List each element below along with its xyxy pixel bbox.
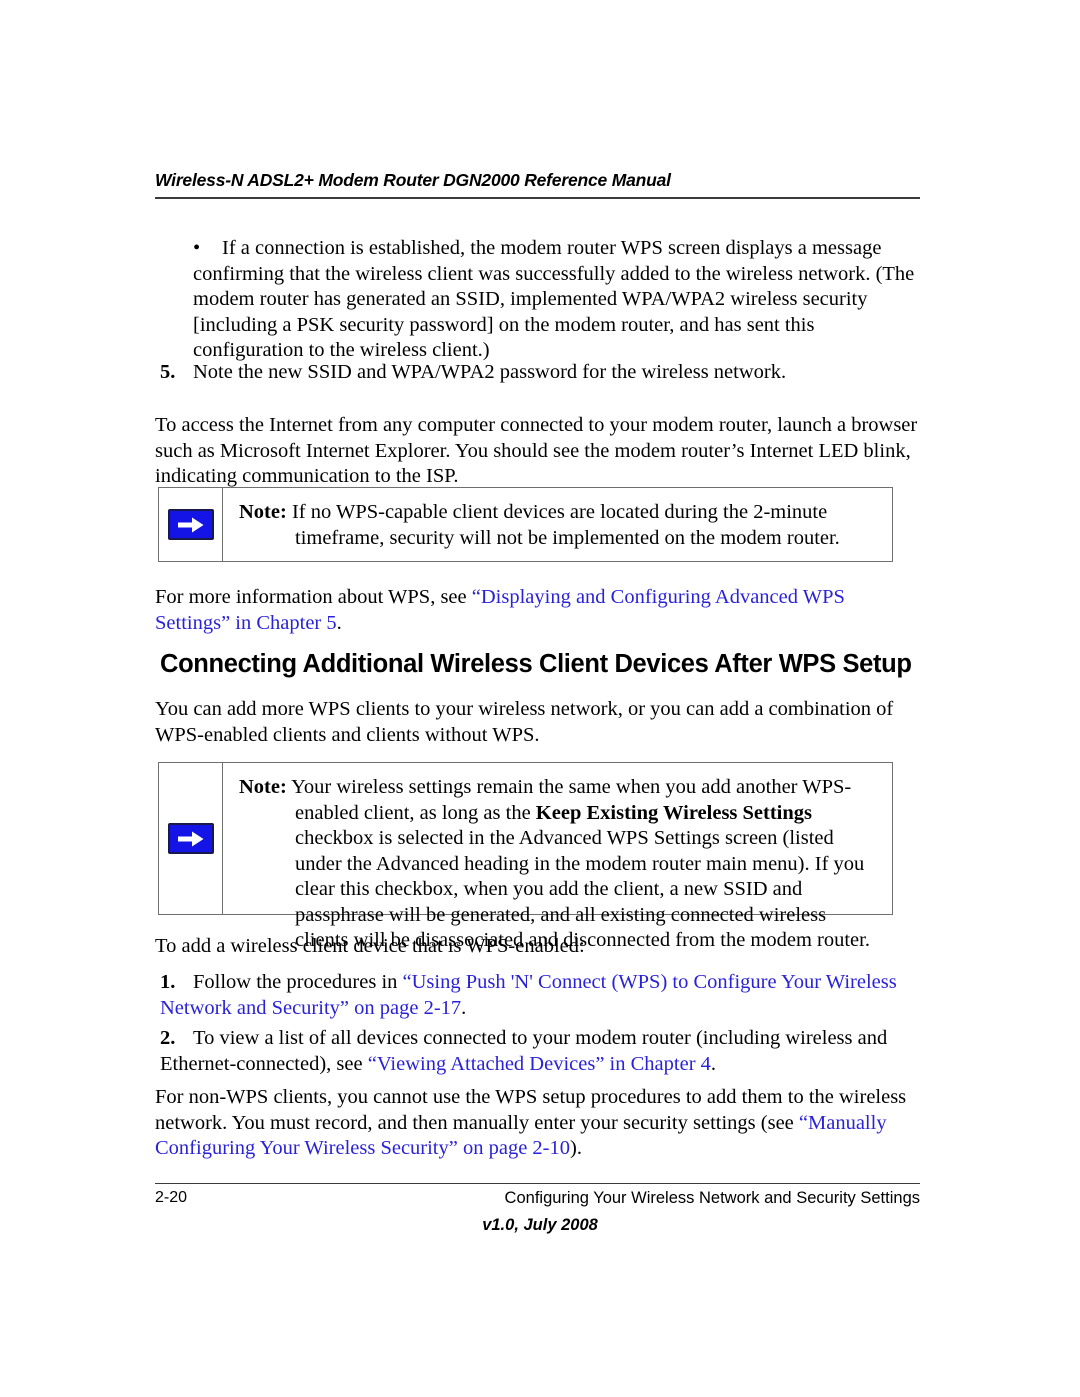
note-box-wps-timeframe: Note: If no WPS-capable client devices a… [158, 487, 893, 562]
non-wps-before: For non-WPS clients, you cannot use the … [155, 1086, 907, 1134]
step-1-before: Follow the procedures in [193, 971, 403, 993]
bullet-text: If a connection is established, the mode… [193, 237, 915, 361]
step-text: To view a list of all devices connected … [160, 1027, 887, 1075]
note-text-cell: Note: If no WPS-capable client devices a… [223, 488, 892, 561]
note-icon-cell [159, 763, 223, 914]
page-title: Connecting Additional Wireless Client De… [160, 650, 912, 678]
link-viewing-attached-devices[interactable]: “Viewing Attached Devices” in Chapter 4 [368, 1053, 711, 1075]
step-1-after: . [461, 996, 467, 1019]
bullet-list-item: • If a connection is established, the mo… [193, 236, 923, 364]
paragraph-to-add-client: To add a wireless client device that is … [155, 935, 585, 957]
paragraph-more-info: For more information about WPS, see “Dis… [155, 585, 923, 636]
document-page: Wireless-N ADSL2+ Modem Router DGN2000 R… [0, 0, 1080, 1397]
running-header: Wireless-N ADSL2+ Modem Router DGN2000 R… [155, 170, 920, 199]
bullet-marker: • [193, 237, 201, 259]
note-text-cell: Note: Your wireless settings remain the … [223, 763, 892, 951]
blue-right-arrow-icon [167, 509, 214, 540]
note-box-keep-existing-settings: Note: Your wireless settings remain the … [158, 762, 893, 951]
paragraph-non-wps-clients: For non-WPS clients, you cannot use the … [155, 1085, 923, 1162]
step-number: 5. [160, 361, 176, 383]
header-title: Wireless-N ADSL2+ Modem Router DGN2000 R… [155, 170, 671, 190]
step-text: Note the new SSID and WPA/WPA2 password … [193, 361, 787, 383]
more-info-before: For more information about WPS, see [155, 586, 472, 608]
note-label: Note: [239, 776, 287, 798]
step-number: 1. [160, 971, 176, 993]
note-text: If no WPS-capable client devices are loc… [286, 501, 840, 549]
numbered-step-5: 5. Note the new SSID and WPA/WPA2 passwo… [160, 360, 920, 386]
step-text: Follow the procedures in “Using Push 'N'… [160, 971, 897, 1019]
more-info-after: . [336, 611, 342, 634]
header-rule [155, 197, 920, 199]
footer-rule [155, 1183, 920, 1184]
note-icon-cell [159, 488, 223, 561]
blue-right-arrow-icon [167, 823, 214, 854]
footer-chapter-title: Configuring Your Wireless Network and Se… [504, 1189, 920, 1207]
numbered-step-1: 1. Follow the procedures in “Using Push … [160, 970, 920, 1021]
step-2-after: . [710, 1052, 717, 1075]
note-label: Note: [239, 501, 287, 523]
footer-version: v1.0, July 2008 [482, 1216, 598, 1234]
paragraph-add-clients: You can add more WPS clients to your wir… [155, 698, 894, 746]
paragraph-internet-access: To access the Internet from any computer… [155, 414, 918, 487]
step-number: 2. [160, 1027, 176, 1049]
numbered-step-2: 2. To view a list of all devices connect… [160, 1026, 920, 1077]
note-bold-phrase: Keep Existing Wireless Settings [535, 801, 812, 824]
note-text-part-2: checkbox is selected in the Advanced WPS… [295, 827, 870, 951]
non-wps-after: ). [570, 1137, 582, 1159]
